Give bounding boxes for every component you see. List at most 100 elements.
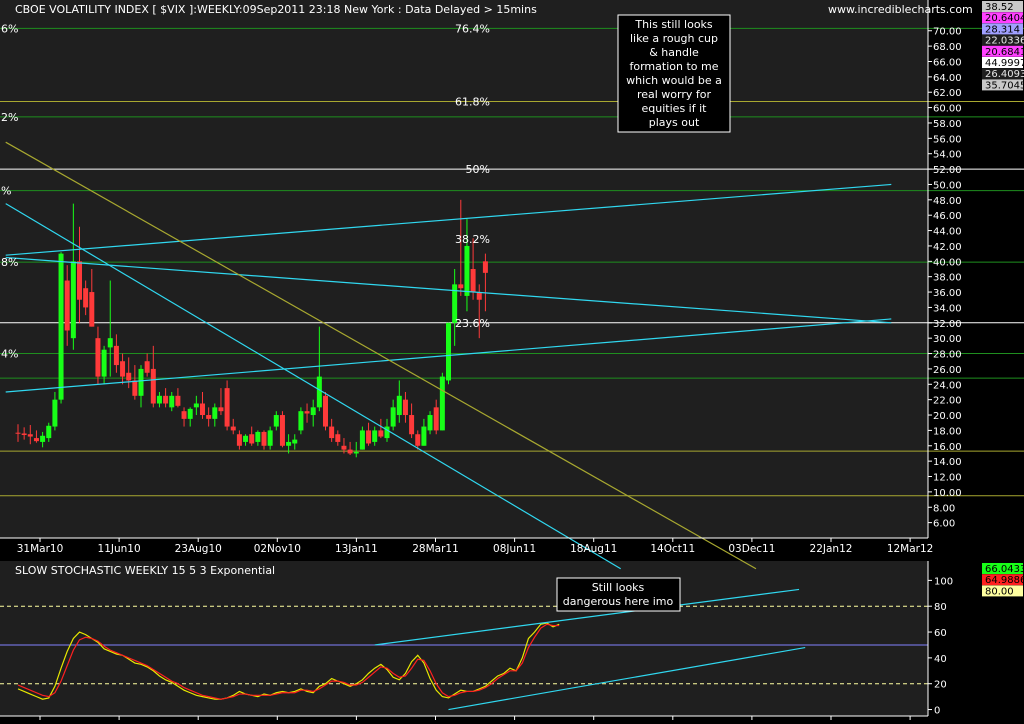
candle-body	[132, 380, 138, 396]
chart-svg: 76.4% 61.8% 50% 38.2% 23.6% 6% 2%% 8% 4% 6.00 8.…	[0, 0, 1024, 720]
candle-body	[193, 403, 199, 408]
candle-body	[310, 407, 316, 416]
candle-body	[446, 322, 451, 381]
candle-body	[89, 292, 95, 327]
website-label[interactable]: www.incrediblecharts.com	[828, 3, 973, 16]
y-tick-label: 62.00	[933, 88, 962, 99]
x-tick-label: 22Jan12	[810, 543, 853, 555]
candle-body	[402, 399, 408, 416]
candle-body	[353, 451, 359, 454]
annotation-line: real worry for	[637, 88, 712, 101]
price-badge: 20.6404	[985, 13, 1024, 24]
price-badge: 22.0336	[985, 36, 1024, 47]
candle-body	[107, 338, 113, 348]
price-panel-background	[0, 0, 928, 538]
annotation-line: which would be a	[626, 74, 722, 87]
candle-body	[113, 345, 119, 366]
price-badge: 35.7045	[985, 80, 1024, 91]
x-tick-label: 08Jun11	[493, 543, 536, 555]
price-value-badges: 38.5220.640428.31422.033620.684144.99972…	[982, 1, 1024, 91]
x-tick-label: 31Mar10	[17, 543, 64, 555]
candle-body	[329, 426, 335, 439]
candle-body	[21, 433, 27, 436]
y-tick-label: 70.00	[933, 27, 962, 38]
y-tick-label: 52.00	[933, 165, 962, 176]
y-tick-label: 34.00	[933, 303, 962, 314]
price-badge: 20.6841	[985, 47, 1024, 58]
candle-body	[230, 426, 236, 431]
price-y-axis: 6.00 8.00 10.00 12.00 14.00 16.00 18.00 20.00 22…	[927, 0, 962, 538]
candle-body	[83, 288, 89, 308]
candle-body	[470, 269, 476, 293]
candle-body	[218, 407, 224, 412]
candle-body	[27, 434, 33, 437]
candle-body	[323, 395, 328, 427]
candle-body	[169, 395, 175, 408]
candle-body	[243, 435, 249, 442]
candle-body	[439, 376, 445, 431]
candle-body	[120, 361, 126, 377]
y-tick-label: 38.00	[933, 273, 962, 284]
candle-body	[52, 399, 58, 427]
left-edge-label: 6%	[1, 22, 18, 35]
candle-body	[206, 415, 212, 419]
stoch-y-tick-label: 20	[934, 680, 947, 691]
y-tick-label: 26.00	[933, 365, 962, 376]
annotation-line: plays out	[649, 116, 700, 129]
candle-body	[138, 368, 144, 396]
y-tick-label: 40.00	[933, 257, 962, 268]
candle-body	[421, 426, 427, 446]
stochastic-value-badges: 66.043364.988680.00	[982, 563, 1024, 597]
x-tick-label: 13Jan11	[335, 543, 378, 555]
stoch-y-tick-label: 40	[934, 654, 947, 665]
candle-body	[304, 411, 310, 414]
y-tick-label: 32.00	[933, 319, 962, 330]
x-tick-label: 28Mar11	[412, 543, 459, 555]
candle-body	[372, 430, 378, 442]
candle-body	[126, 372, 132, 381]
candle-body	[433, 407, 439, 431]
stoch-y-tick-label: 0	[934, 706, 940, 717]
price-badge: 26.4093	[985, 69, 1024, 80]
candle-body	[236, 434, 242, 446]
fib-label: 76.4%	[455, 22, 490, 35]
y-tick-label: 18.00	[933, 426, 962, 437]
candle-body	[58, 253, 64, 400]
y-tick-label: 30.00	[933, 334, 962, 345]
candle-body	[249, 434, 255, 444]
y-tick-label: 28.00	[933, 350, 962, 361]
candle-body	[335, 434, 341, 442]
candle-body	[40, 435, 46, 442]
candle-body	[156, 395, 162, 404]
candle-body	[267, 430, 273, 446]
y-tick-label: 66.00	[933, 57, 962, 68]
candle-body	[286, 441, 292, 446]
y-tick-label: 24.00	[933, 380, 962, 391]
candle-body	[77, 261, 82, 300]
x-tick-label: 14Oct11	[650, 543, 695, 555]
candle-body	[458, 284, 464, 289]
stochastic-title: SLOW STOCHASTIC WEEKLY 15 5 3 Exponentia…	[15, 564, 275, 577]
y-tick-label: 50.00	[933, 180, 962, 191]
x-tick-label: 02Nov10	[254, 543, 301, 555]
candle-body	[347, 449, 353, 454]
y-tick-label: 20.00	[933, 411, 962, 422]
fib-label: 23.6%	[455, 317, 490, 330]
y-tick-label: 36.00	[933, 288, 962, 299]
left-edge-label: 8%	[1, 256, 18, 269]
candle-body	[415, 434, 421, 446]
candle-body	[95, 338, 101, 377]
y-tick-label: 42.00	[933, 242, 962, 253]
candle-body	[15, 432, 21, 434]
candle-body	[187, 408, 193, 419]
x-tick-label: 11Jun10	[98, 543, 141, 555]
candle-body	[409, 415, 415, 435]
candle-body	[163, 395, 169, 404]
price-badge: 38.52	[985, 2, 1014, 13]
candle-body	[150, 368, 156, 404]
x-tick-label: 03Dec11	[728, 543, 775, 555]
stoch-badge: 80.00	[985, 586, 1014, 597]
y-tick-label: 64.00	[933, 73, 962, 84]
y-tick-label: 56.00	[933, 134, 962, 145]
candle-body	[212, 407, 218, 419]
